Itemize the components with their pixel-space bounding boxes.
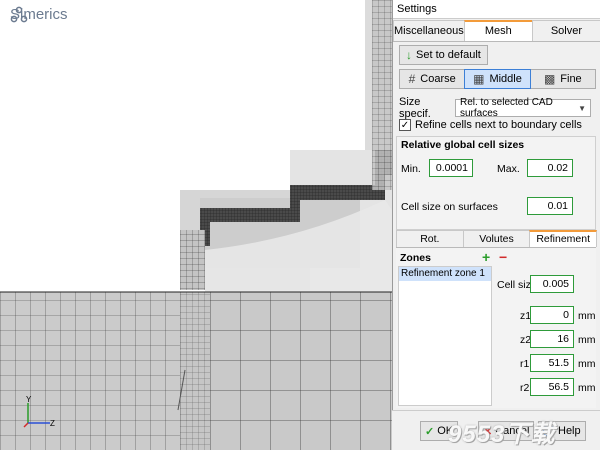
max-field[interactable]: 0.02 [527,159,573,177]
tab-mesh[interactable]: Mesh [463,20,533,41]
mesh-viewport[interactable]: Simerics Y Z [0,0,392,450]
size-specif-dropdown[interactable]: Rel. to selected CAD surfaces ▼ [455,97,591,119]
set-to-default-label: Set to default [416,49,481,61]
check-icon: ✓ [425,425,435,438]
refine-row: ✓ Refine cells next to boundary cells [399,119,582,131]
remove-zone-icon[interactable]: − [499,249,507,265]
z1-field[interactable]: 0 [530,306,574,324]
z1-unit: mm [578,310,596,322]
density-coarse-label: Coarse [420,73,456,85]
max-label: Max. [497,163,520,175]
size-specif-row: Size specif. Rel. to selected CAD surfac… [399,96,591,120]
r2-field[interactable]: 56.5 [530,378,574,396]
subtab-refinement[interactable]: Refinement [529,230,598,247]
middle-grid-icon: ▦ [473,72,485,86]
axis-y-label: Y [26,395,32,404]
mesh-subtabs: Rot. symmetric Volutes Refinement [396,230,598,262]
r2-label: r2 [520,382,530,394]
tab-solver[interactable]: Solver [531,20,600,41]
set-to-default-button[interactable]: ↓ Set to default [399,45,488,65]
density-middle-button[interactable]: ▦ Middle [464,69,531,89]
arrow-down-icon: ↓ [406,48,412,62]
zone-list[interactable]: Refinement zone 1 [398,266,492,406]
relative-cell-sizes-group: Relative global cell sizes Min. 0.0001 M… [396,136,596,230]
ok-label: OK [437,425,454,437]
r1-unit: mm [578,358,596,370]
density-fine-label: Fine [560,73,582,85]
fine-grid-icon: ▩ [543,72,556,86]
cell-size-field[interactable]: 0.005 [530,275,574,293]
cancel-x-icon: ✕ [483,425,493,438]
r1-label: r1 [520,358,530,370]
dialog-title: Settings [397,3,437,15]
min-field[interactable]: 0.0001 [429,159,473,177]
zones-title: Zones [400,252,431,264]
axis-triad: Y Z [20,395,60,431]
mesh-density-selector: # Coarse ▦ Middle ▩ Fine [399,69,596,89]
add-zone-icon[interactable]: + [482,249,490,265]
r2-unit: mm [578,382,596,394]
zone-list-item[interactable]: Refinement zone 1 [399,267,491,281]
relative-cell-sizes-title: Relative global cell sizes [401,139,525,151]
dialog-button-bar: ✓ OK ✕ Cancel ? Help [392,410,600,450]
coarse-grid-icon: # [408,72,416,86]
r1-field[interactable]: 51.5 [530,354,574,372]
cancel-button[interactable]: ✕ Cancel [478,421,535,441]
ok-button[interactable]: ✓ OK [420,421,459,441]
tab-miscellaneous[interactable]: Miscellaneous [393,20,465,41]
cancel-label: Cancel [495,425,530,437]
size-specif-label: Size specif. [399,96,431,120]
help-icon: ? [543,425,555,437]
axis-z-label: Z [50,419,55,428]
density-fine-button[interactable]: ▩ Fine [529,69,596,89]
cell-size-on-surfaces-field[interactable]: 0.01 [527,197,573,215]
size-specif-value: Rel. to selected CAD surfaces [460,97,553,119]
min-label: Min. [401,163,421,175]
main-tabs: Miscellaneous Mesh Solver [393,20,600,42]
dialog-titlebar: Settings [393,0,600,19]
simerics-logo-icon [10,6,28,23]
app-logo: Simerics [10,6,68,23]
refine-checkbox[interactable]: ✓ [399,119,411,131]
help-label: Help [558,425,581,437]
density-coarse-button[interactable]: # Coarse [399,69,466,89]
subtab-rot-symmetric[interactable]: Rot. symmetric [396,230,464,262]
chevron-down-icon: ▼ [578,103,586,113]
mesh-canvas [0,0,392,450]
subtab-volutes[interactable]: Volutes [462,230,531,247]
cell-size-on-surfaces-label: Cell size on surfaces [401,201,498,213]
zones-panel: Zones + − Refinement zone 1 Cell size 0.… [396,248,596,408]
z2-field[interactable]: 16 [530,330,574,348]
z2-unit: mm [578,334,596,346]
help-button[interactable]: ? Help [538,421,586,441]
density-middle-label: Middle [489,73,522,85]
refine-label: Refine cells next to boundary cells [415,119,582,131]
